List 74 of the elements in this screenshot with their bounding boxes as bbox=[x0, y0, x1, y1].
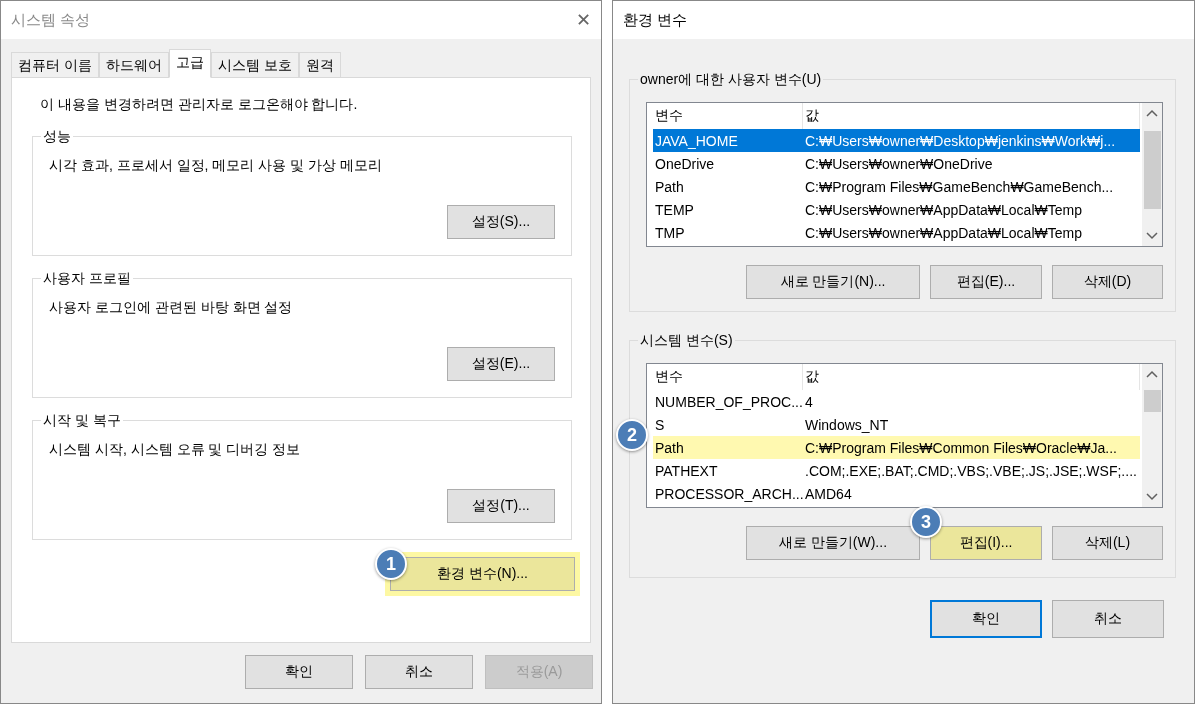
settings-button[interactable]: 설정(E)... bbox=[447, 347, 555, 381]
variable-value: Windows_NT bbox=[804, 416, 890, 433]
group-title: 시스템 변수(S) bbox=[638, 331, 735, 349]
group-description: 사용자 로그인에 관련된 바탕 화면 설정 bbox=[49, 299, 294, 317]
group-title: 시작 및 복구 bbox=[41, 411, 123, 429]
variable-name: JAVA_HOME bbox=[654, 132, 739, 149]
variable-row[interactable]: JAVA_HOME C:₩Users₩owner₩Desktop₩jenkins₩Work₩j... bbox=[653, 129, 1140, 152]
variable-name: Path bbox=[654, 178, 685, 195]
scroll-up-icon[interactable] bbox=[1146, 109, 1158, 117]
close-icon[interactable]: ✕ bbox=[575, 9, 591, 31]
variable-value: C:₩Users₩owner₩AppData₩Local₩Temp bbox=[804, 224, 1083, 241]
action-button[interactable]: 삭제(D) bbox=[1052, 265, 1163, 299]
scrollbar[interactable] bbox=[1142, 103, 1162, 246]
action-button[interactable]: 삭제(L) bbox=[1052, 526, 1163, 560]
settings-button[interactable]: 설정(T)... bbox=[447, 489, 555, 523]
scroll-down-icon[interactable] bbox=[1146, 493, 1158, 501]
action-button[interactable]: 새로 만들기(N)... bbox=[746, 265, 920, 299]
variable-name: TEMP bbox=[654, 201, 695, 218]
action-button[interactable]: 편집(I)... bbox=[930, 526, 1042, 560]
group-title: 사용자 프로필 bbox=[41, 269, 133, 287]
window-title: 시스템 속성 bbox=[11, 10, 91, 30]
variable-value: .COM;.EXE;.BAT;.CMD;.VBS;.VBE;.JS;.JSE;.WSF;.... bbox=[804, 462, 1138, 479]
step-badge: 1 bbox=[375, 548, 407, 580]
settings-button[interactable]: 설정(S)... bbox=[447, 205, 555, 239]
dialog-button[interactable]: 취소 bbox=[365, 655, 473, 689]
column-header[interactable]: 변수 bbox=[653, 364, 803, 390]
dialog-button[interactable]: 취소 bbox=[1052, 600, 1164, 638]
variable-value: C:₩Program Files₩Common Files₩Oracle₩Ja... bbox=[804, 439, 1118, 456]
tab[interactable]: 컴퓨터 이름 bbox=[11, 52, 99, 77]
action-button[interactable]: 새로 만들기(W)... bbox=[746, 526, 920, 560]
variable-name: NUMBER_OF_PROC... bbox=[654, 393, 803, 410]
variable-value: C:₩Users₩owner₩OneDrive bbox=[804, 155, 994, 172]
variable-row[interactable]: S Windows_NT bbox=[653, 413, 1140, 436]
tab[interactable]: 시스템 보호 bbox=[210, 52, 299, 77]
variable-list[interactable]: 변수 값 NUMBER_OF_PROC...4 S Windows_NT Path C:₩Program Files₩Common Files₩Oracle₩Ja... PATHEXT .COM;.EXE;.BAT;.CMD;.VBS;.VBE;.JS;.JSE;.WSF;.... PROCESSOR_ARCH...AMD64 bbox=[646, 363, 1163, 508]
scrollbar[interactable] bbox=[1142, 364, 1162, 507]
dialog-button[interactable]: 확인 bbox=[930, 600, 1042, 638]
notice-text: 이 내용을 변경하려면 관리자로 로그온해야 합니다. bbox=[39, 96, 359, 114]
variable-value: C:₩Users₩owner₩Desktop₩jenkins₩Work₩j... bbox=[804, 132, 1117, 149]
tab[interactable]: 고급 bbox=[168, 49, 211, 78]
variable-name: OneDrive bbox=[654, 155, 716, 172]
dialog-button[interactable]: 확인 bbox=[245, 655, 353, 689]
variable-name: Path bbox=[654, 439, 685, 456]
group-description: 시스템 시작, 시스템 오류 및 디버깅 정보 bbox=[49, 441, 302, 459]
variable-row[interactable]: Path C:₩Program Files₩Common Files₩Oracle₩Ja... bbox=[653, 436, 1140, 459]
column-header[interactable]: 값 bbox=[803, 364, 1140, 390]
action-button[interactable]: 편집(E)... bbox=[930, 265, 1042, 299]
variable-name: PATHEXT bbox=[654, 462, 719, 479]
variable-row[interactable]: PROCESSOR_ARCH...AMD64 bbox=[653, 482, 1140, 505]
group-description: 시각 효과, 프로세서 일정, 메모리 사용 및 가상 메모리 bbox=[49, 157, 383, 175]
variable-row[interactable]: TMP C:₩Users₩owner₩AppData₩Local₩Temp bbox=[653, 221, 1140, 244]
group-title: 성능 bbox=[41, 127, 73, 145]
variable-row[interactable]: TEMP C:₩Users₩owner₩AppData₩Local₩Temp bbox=[653, 198, 1140, 221]
variable-value: C:₩Users₩owner₩AppData₩Local₩Temp bbox=[804, 201, 1083, 218]
scroll-down-icon[interactable] bbox=[1146, 232, 1158, 240]
scroll-thumb[interactable] bbox=[1143, 131, 1161, 209]
scroll-up-icon[interactable] bbox=[1146, 370, 1158, 378]
step-badge: 2 bbox=[616, 419, 648, 451]
variable-row[interactable]: Path C:₩Program Files₩GameBench₩GameBench... bbox=[653, 175, 1140, 198]
variable-name: PROCESSOR_ARCH... bbox=[654, 485, 803, 502]
group-title: owner에 대한 사용자 변수(U) bbox=[638, 70, 824, 88]
variable-row[interactable]: OneDrive C:₩Users₩owner₩OneDrive bbox=[653, 152, 1140, 175]
variable-row[interactable]: NUMBER_OF_PROC...4 bbox=[653, 390, 1140, 413]
variable-row[interactable]: PATHEXT .COM;.EXE;.BAT;.CMD;.VBS;.VBE;.JS;.JSE;.WSF;.... bbox=[653, 459, 1140, 482]
scroll-thumb[interactable] bbox=[1143, 390, 1161, 412]
variable-name: TMP bbox=[654, 224, 686, 241]
variable-value: 4 bbox=[804, 393, 814, 410]
tab[interactable]: 원격 bbox=[298, 52, 341, 77]
variable-name: S bbox=[654, 416, 666, 433]
variable-value: C:₩Program Files₩GameBench₩GameBench... bbox=[804, 178, 1115, 195]
variable-value: AMD64 bbox=[804, 485, 853, 502]
tab[interactable]: 하드웨어 bbox=[98, 52, 169, 77]
window-title: 환경 변수 bbox=[623, 10, 688, 30]
variable-list[interactable] bbox=[646, 102, 1163, 247]
